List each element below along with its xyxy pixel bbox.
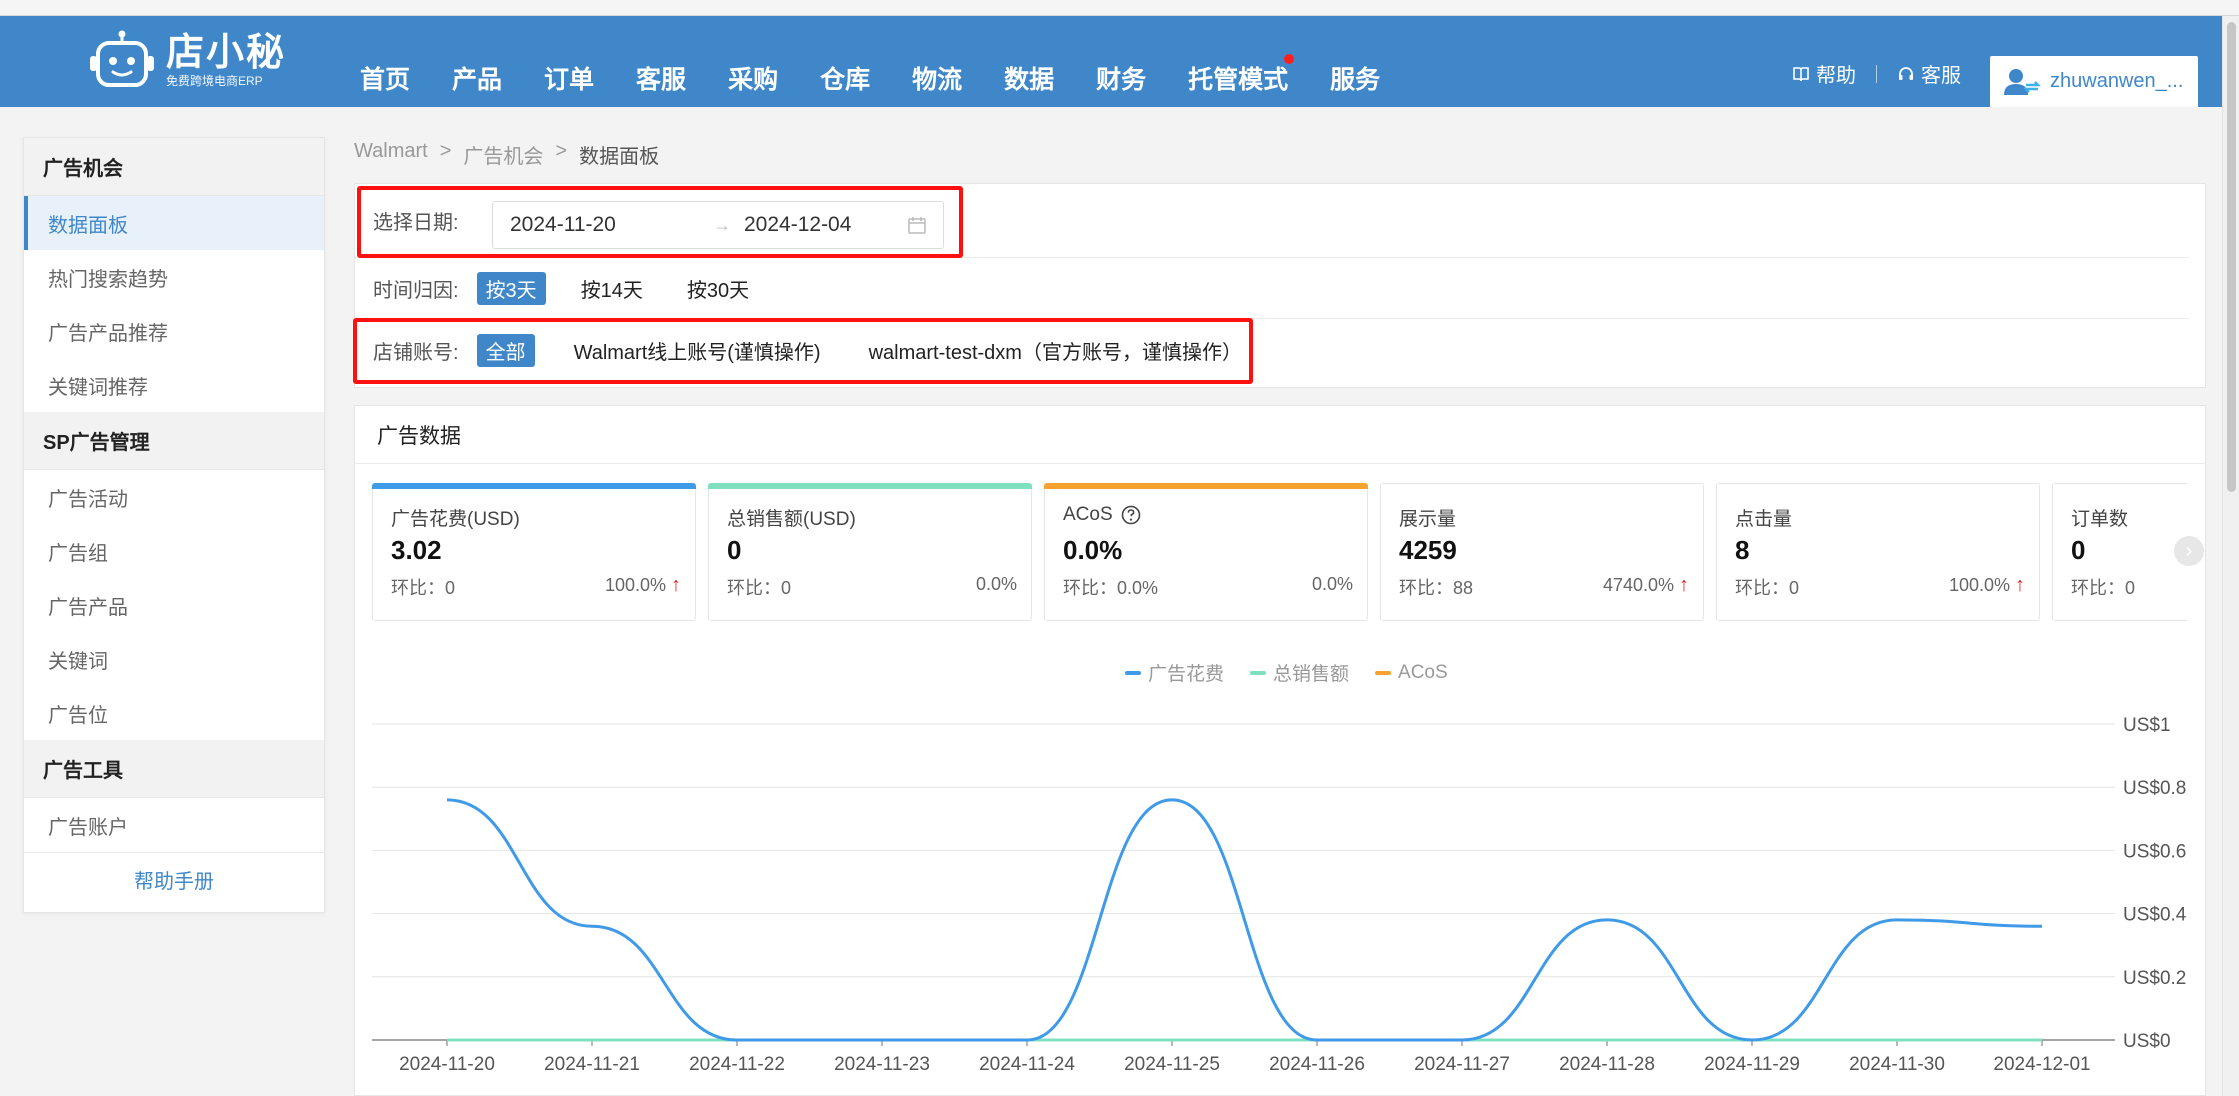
x-tick-label: 2024-11-24 (979, 1054, 1075, 1075)
series-line-0 (446, 798, 2043, 1042)
calendar-icon[interactable] (907, 215, 927, 235)
attribution-3-days[interactable]: 按3天 (476, 271, 546, 305)
nav-home[interactable]: 首页 (360, 60, 410, 96)
breadcrumb-walmart[interactable]: Walmart (354, 140, 428, 169)
nav-services[interactable]: 服务 (1330, 60, 1380, 96)
sidebar-item-ad-groups[interactable]: 广告组 (24, 524, 324, 578)
nav-logistics[interactable]: 物流 (912, 60, 962, 96)
sidebar-item-placements[interactable]: 广告位 (24, 686, 324, 740)
ad-data-line-chart: US$0 US$0.2 US$0.4 US$0.6 US$0.8 US$1 2024-11-… (372, 715, 2187, 1075)
sidebar-group-ad-opportunity: 广告机会 (24, 138, 324, 196)
user-menu[interactable]: zhuwanwen_... (1990, 56, 2198, 107)
end-date-input[interactable]: 2024-12-04 (744, 213, 914, 237)
attribution-14-days[interactable]: 按14天 (572, 272, 652, 305)
x-tick-label: 2024-11-22 (689, 1054, 785, 1075)
nav-managed-mode[interactable]: 托管模式 (1188, 54, 1295, 96)
scroll-thumb[interactable] (2227, 22, 2236, 492)
help-label: 帮助 (1816, 65, 1856, 87)
y-tick-label: US$0 (2123, 1031, 2171, 1052)
date-arrow: → (713, 214, 731, 235)
nav-customer-service[interactable]: 客服 (636, 60, 686, 96)
y-tick-label: US$0.4 (2123, 905, 2187, 926)
ad-data-panel: 广告数据 广告花费(USD) 3.02 环比：0 100.0% ↑ 总销售额(US… (354, 405, 2206, 1096)
sidebar-item-keywords[interactable]: 关键词 (24, 632, 324, 686)
x-tick-label: 2024-11-21 (544, 1054, 640, 1075)
logo-text: 店小秘 (166, 32, 287, 74)
nav-managed-mode-label: 托管模式 (1188, 66, 1289, 94)
x-tick-label: 2024-11-20 (399, 1054, 495, 1075)
sidebar-item-dashboard[interactable]: 数据面板 (24, 196, 324, 250)
top-navigation-bar: 店小秘 免费跨境电商ERP 首页 产品 订单 客服 采购 仓库 物流 数据 财务… (0, 16, 2222, 107)
breadcrumb-separator: > (439, 140, 452, 162)
header-divider (1876, 64, 1877, 83)
breadcrumb-current: 数据面板 (579, 146, 660, 168)
robot-logo-icon (88, 30, 156, 92)
store-all[interactable]: 全部 (476, 333, 535, 367)
service-label: 客服 (1921, 65, 1961, 87)
y-tick-label: US$0.2 (2123, 968, 2186, 989)
sidebar-item-campaigns[interactable]: 广告活动 (24, 470, 324, 524)
sidebar-item-keyword-recommend[interactable]: 关键词推荐 (24, 358, 324, 412)
nav-purchasing[interactable]: 采购 (728, 60, 778, 96)
sidebar-group-ad-tools: 广告工具 (24, 740, 324, 798)
x-tick-label: 2024-11-27 (1414, 1054, 1510, 1075)
help-manual-link[interactable]: 帮助手册 (24, 852, 324, 906)
x-tick-label: 2024-11-29 (1704, 1054, 1800, 1075)
sidebar-item-ad-accounts[interactable]: 广告账户 (24, 798, 324, 852)
nav-products[interactable]: 产品 (452, 60, 502, 96)
browser-top-strip (0, 0, 2239, 16)
attribution-label: 时间归因: (373, 279, 459, 302)
help-link[interactable]: 帮助 (1792, 59, 1856, 88)
breadcrumb-separator: > (555, 140, 568, 162)
sidebar-group-sp-management: SP广告管理 (24, 412, 324, 470)
page-scrollbar[interactable] (2222, 16, 2239, 1096)
sidebar-item-hot-search[interactable]: 热门搜索趋势 (24, 250, 324, 304)
date-label: 选择日期: (373, 212, 459, 234)
store-walmart-test-dxm[interactable]: walmart-test-dxm（官方账号，谨慎操作） (860, 334, 1251, 367)
breadcrumb: Walmart > 广告机会 > 数据面板 (354, 140, 659, 169)
start-date-input[interactable]: 2024-11-20 (510, 213, 700, 237)
notification-dot (1284, 54, 1295, 64)
sidebar-item-ad-products[interactable]: 广告产品 (24, 578, 324, 632)
x-tick-label: 2024-11-28 (1559, 1054, 1655, 1075)
main-nav: 首页 产品 订单 客服 采购 仓库 物流 数据 财务 托管模式 服务 (360, 54, 1422, 96)
nav-data[interactable]: 数据 (1004, 60, 1054, 96)
service-link[interactable]: 客服 (1897, 59, 1961, 88)
book-icon (1793, 66, 1809, 81)
nav-finance[interactable]: 财务 (1096, 60, 1146, 96)
logo-subtitle: 免费跨境电商ERP (166, 74, 263, 88)
date-range-picker[interactable]: 2024-11-20 → 2024-12-04 (492, 201, 944, 249)
store-label: 店铺账号: (373, 341, 459, 364)
breadcrumb-ad-opportunity[interactable]: 广告机会 (463, 140, 543, 169)
user-icon (2004, 68, 2041, 95)
logo[interactable]: 店小秘 免费跨境电商ERP (88, 26, 286, 96)
nav-warehouse[interactable]: 仓库 (820, 60, 870, 96)
x-tick-label: 2024-12-01 (1993, 1054, 2090, 1075)
x-tick-label: 2024-11-30 (1849, 1054, 1945, 1075)
nav-orders[interactable]: 订单 (544, 60, 594, 96)
store-walmart-online[interactable]: Walmart线上账号(谨慎操作) (565, 334, 830, 367)
y-tick-label: US$1 (2123, 715, 2171, 736)
username: zhuwanwen_... (2050, 70, 2184, 92)
attribution-30-days[interactable]: 按30天 (678, 272, 758, 305)
y-tick-label: US$0.8 (2123, 778, 2186, 799)
x-tick-label: 2024-11-25 (1124, 1054, 1220, 1075)
headset-icon (1899, 66, 1913, 80)
x-tick-label: 2024-11-23 (834, 1054, 930, 1075)
sidebar: 广告机会 数据面板 热门搜索趋势 广告产品推荐 关键词推荐 SP广告管理 广告活… (23, 137, 325, 913)
x-tick-label: 2024-11-26 (1269, 1054, 1365, 1075)
sidebar-item-product-recommend[interactable]: 广告产品推荐 (24, 304, 324, 358)
filter-panel: 选择日期: 2024-11-20 → 2024-12-04 时间归因: 按3天 … (354, 183, 2206, 388)
y-tick-label: US$0.6 (2123, 841, 2186, 862)
